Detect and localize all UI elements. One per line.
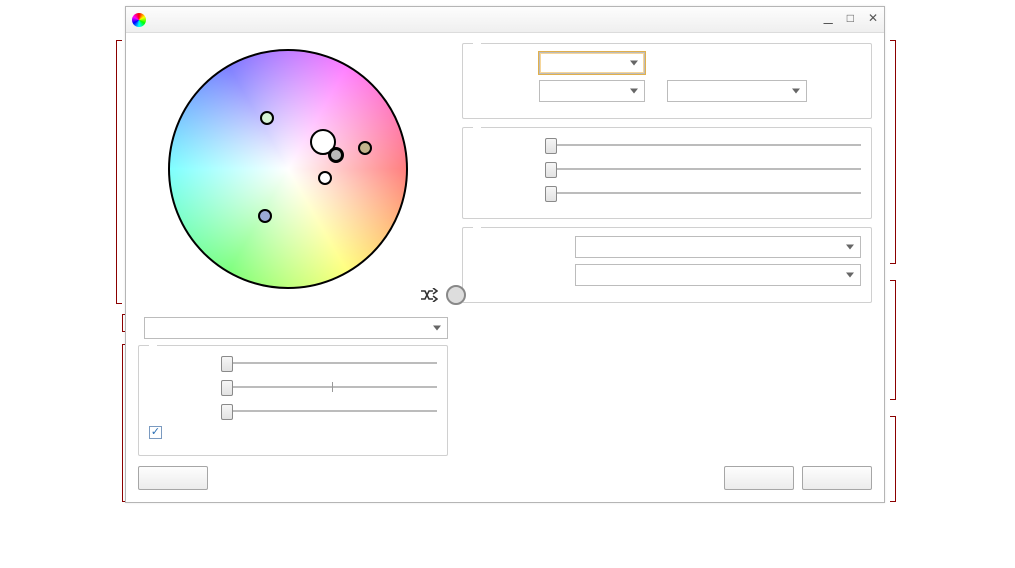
wheel-handle[interactable] bbox=[258, 209, 272, 223]
shuffle-icon[interactable] bbox=[420, 288, 438, 302]
close-button[interactable]: ✕ bbox=[868, 12, 878, 28]
titlebar[interactable]: _ □ ✕ bbox=[126, 7, 884, 33]
maximize-button[interactable]: □ bbox=[847, 12, 854, 28]
colors-group bbox=[462, 43, 872, 119]
dialog-window: _ □ ✕ bbox=[125, 6, 885, 503]
cancel-button[interactable] bbox=[802, 466, 872, 490]
replace-option-select[interactable] bbox=[575, 264, 861, 286]
bracket-harm bbox=[890, 416, 896, 502]
rule-select[interactable] bbox=[144, 317, 448, 339]
bracket-wheel bbox=[116, 40, 122, 304]
color-wheel[interactable] bbox=[168, 49, 408, 289]
criterion-select[interactable] bbox=[539, 80, 645, 102]
wheel-handle-active[interactable] bbox=[328, 147, 344, 163]
selected-color-group bbox=[138, 345, 448, 456]
wheel-handle[interactable] bbox=[358, 141, 372, 155]
ok-button[interactable] bbox=[724, 466, 794, 490]
color-wheel-area bbox=[168, 49, 408, 309]
brightness-slider[interactable] bbox=[551, 136, 861, 154]
app-icon bbox=[132, 13, 146, 27]
wheel-handle[interactable] bbox=[260, 111, 274, 125]
base-color-indicator[interactable] bbox=[446, 285, 466, 305]
contrast-slider[interactable] bbox=[551, 160, 861, 178]
lightness-slider[interactable] bbox=[227, 354, 437, 372]
sc-saturation-slider[interactable] bbox=[227, 378, 437, 396]
harmonics-group bbox=[462, 227, 872, 303]
preserve-white-checkbox[interactable] bbox=[149, 426, 162, 439]
colorize-method-select[interactable] bbox=[667, 80, 807, 102]
cc-saturation-slider[interactable] bbox=[551, 184, 861, 202]
bracket-grouping bbox=[890, 40, 896, 264]
reset-button[interactable] bbox=[138, 466, 208, 490]
harmonic-select[interactable] bbox=[575, 236, 861, 258]
hue-slider[interactable] bbox=[227, 402, 437, 420]
count-select[interactable] bbox=[539, 52, 645, 74]
wheel-handle[interactable] bbox=[318, 171, 332, 185]
minimize-button[interactable]: _ bbox=[824, 9, 833, 25]
bracket-selgroup bbox=[890, 280, 896, 400]
common-characteristics-group bbox=[462, 127, 872, 219]
